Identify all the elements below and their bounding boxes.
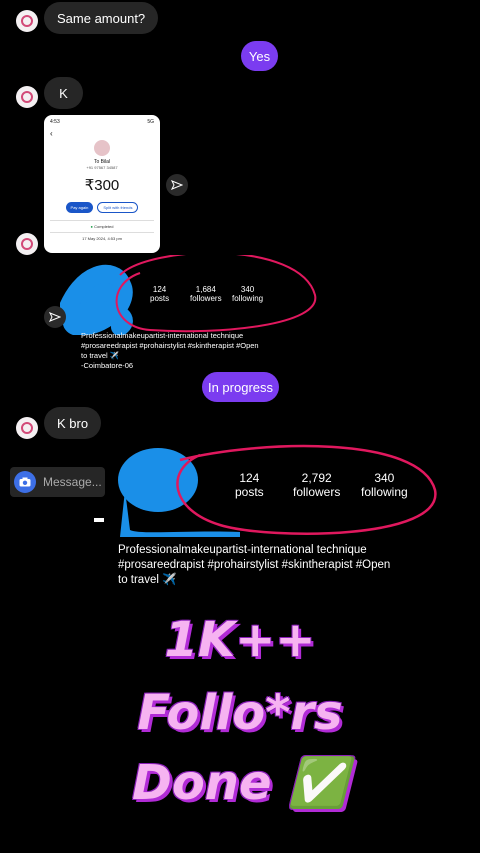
followers-label: followers xyxy=(293,485,341,499)
message-text: K xyxy=(59,85,68,101)
camera-icon xyxy=(19,477,31,487)
status-time: 4:53 xyxy=(50,119,60,125)
bio-line: to travel ✈️ xyxy=(81,351,120,360)
contact-avatar[interactable] xyxy=(16,417,38,439)
back-arrow-icon: ‹ xyxy=(50,129,53,138)
bio-line: #prosareedrapist #prohairstylist #skinth… xyxy=(118,559,391,571)
scribble-mark xyxy=(94,444,437,537)
message-text: In progress xyxy=(207,379,274,395)
payment-date: 17 May 2024, 4:53 pm xyxy=(82,236,122,241)
followers-stat: 2,792 followers xyxy=(293,471,340,499)
following-stat: 340 following xyxy=(232,285,263,303)
overlay-caption: 1K++ xyxy=(164,612,316,668)
following-stat: 340 following xyxy=(361,471,408,499)
incoming-message[interactable]: K bro xyxy=(44,407,102,439)
followers-stat: 1,684 followers xyxy=(190,285,222,303)
bio-line: #prosareedrapist #prohairstylist #skinth… xyxy=(81,341,259,350)
bio-line: Professionalmakeupartist-international t… xyxy=(118,544,367,556)
message-text: K bro xyxy=(57,415,89,431)
send-icon xyxy=(171,180,183,190)
status-icons: 5G xyxy=(147,119,154,125)
bio-line: -Coimbatore-06 xyxy=(81,361,134,370)
share-button[interactable] xyxy=(44,306,66,328)
posts-label: posts xyxy=(150,294,170,303)
contact-avatar[interactable] xyxy=(16,86,38,108)
posts-label: posts xyxy=(235,485,264,499)
send-icon xyxy=(49,312,61,322)
following-label: following xyxy=(232,294,264,303)
split-button[interactable]: Split with friends xyxy=(97,202,139,213)
followers-label: followers xyxy=(190,294,222,303)
following-count: 340 xyxy=(240,285,255,294)
share-button[interactable] xyxy=(166,174,188,196)
recipient-phone: +91 97567 34587 xyxy=(86,165,118,170)
profile-screenshot-large[interactable]: 124 posts 2,792 followers 340 following Pro… xyxy=(90,440,470,590)
contact-avatar[interactable] xyxy=(16,10,38,32)
followers-count: 2,792 xyxy=(301,471,332,485)
payment-status: Completed xyxy=(94,224,114,229)
outgoing-message[interactable]: In progress xyxy=(202,372,279,402)
payment-screenshot[interactable]: 4:53 5G ‹ To Bilal +91 97567 34587 ₹300 … xyxy=(44,115,160,253)
posts-count: 124 xyxy=(152,285,167,294)
profile-screenshot-small[interactable]: 124 posts 1,684 followers 340 following Pro… xyxy=(60,255,320,370)
bio-line: to travel ✈️ xyxy=(118,574,177,586)
posts-count: 124 xyxy=(239,471,260,485)
camera-button[interactable] xyxy=(14,471,36,493)
bio-line: Professionalmakeupartist-international t… xyxy=(81,331,244,340)
incoming-message[interactable]: K xyxy=(44,77,83,109)
overlay-caption: Done ✅ xyxy=(131,755,349,811)
outgoing-message[interactable]: Yes xyxy=(241,41,278,71)
posts-stat: 124 posts xyxy=(235,471,264,499)
overlay-caption: Follo*rs xyxy=(137,685,343,741)
message-text: Same amount? xyxy=(57,10,146,26)
payment-amount: ₹300 xyxy=(84,177,120,194)
incoming-message[interactable]: Same amount? xyxy=(44,2,159,34)
recipient-avatar xyxy=(94,140,110,156)
posts-stat: 124 posts xyxy=(150,285,169,303)
contact-avatar[interactable] xyxy=(16,233,38,255)
followers-count: 1,684 xyxy=(195,285,216,294)
following-label: following xyxy=(361,485,408,499)
following-count: 340 xyxy=(374,471,395,485)
check-icon: ● xyxy=(90,224,93,229)
pay-again-button[interactable]: Pay again xyxy=(65,202,94,213)
message-text: Yes xyxy=(248,48,271,64)
